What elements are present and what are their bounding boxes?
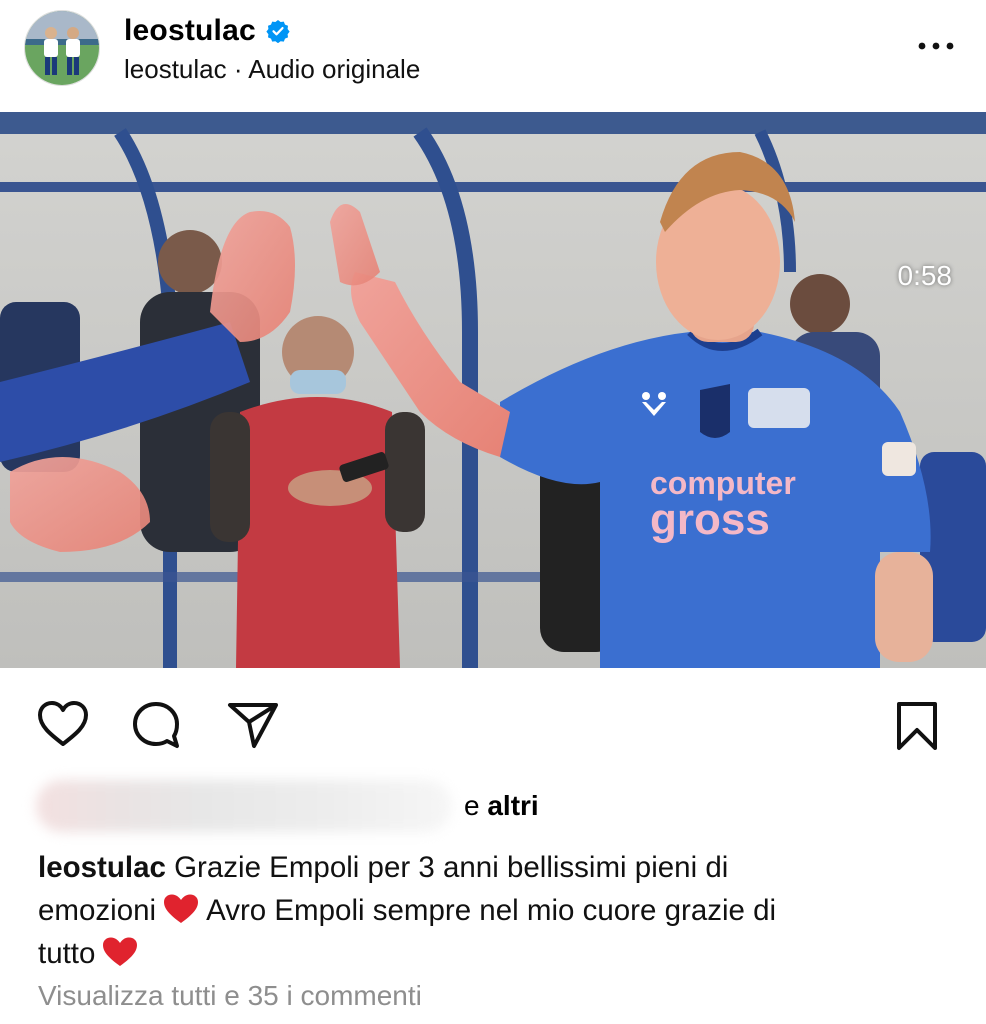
jersey-sponsor-line2: gross [650,495,770,544]
avatar[interactable] [24,10,100,86]
username[interactable]: leostulac [124,14,256,48]
post-caption: leostulac Grazie Empoli per 3 anni belli… [38,846,938,975]
caption-part2a: emozioni [38,894,157,927]
blurred-likers [36,780,452,832]
caption-username[interactable]: leostulac [38,851,166,884]
likes-text: e altri [464,790,539,822]
comment-icon[interactable] [130,700,182,752]
heart-icon[interactable] [36,700,90,748]
verified-badge-icon [266,20,290,43]
likes-connector: e [464,790,480,821]
audio-subtitle[interactable]: leostulac · Audio originale [124,54,420,85]
bookmark-icon[interactable] [892,700,942,752]
share-icon[interactable] [226,700,280,750]
likes-others[interactable]: altri [487,790,538,821]
likes-summary[interactable]: e altri [36,780,936,836]
video-player[interactable]: computer gross 0:58 E empoli_fc_official [0,112,986,668]
post-actions [0,690,986,760]
post-header: leostulac leostulac · Audio originale [0,0,986,112]
caption-part3: tutto [38,937,96,970]
view-comments-link[interactable]: Visualizza tutti e 35 i commenti [38,980,422,1012]
red-heart-emoji-icon [164,894,199,923]
profile-photo [25,11,99,85]
video-frame: computer gross [0,112,986,668]
video-duration: 0:58 [897,260,953,291]
more-options-icon[interactable] [916,36,956,56]
caption-line1: Grazie Empoli per 3 anni bellissimi pien… [174,851,729,884]
red-heart-emoji-icon [103,937,138,966]
caption-part2b: Avro Empoli sempre nel mio cuore grazie … [206,894,777,927]
